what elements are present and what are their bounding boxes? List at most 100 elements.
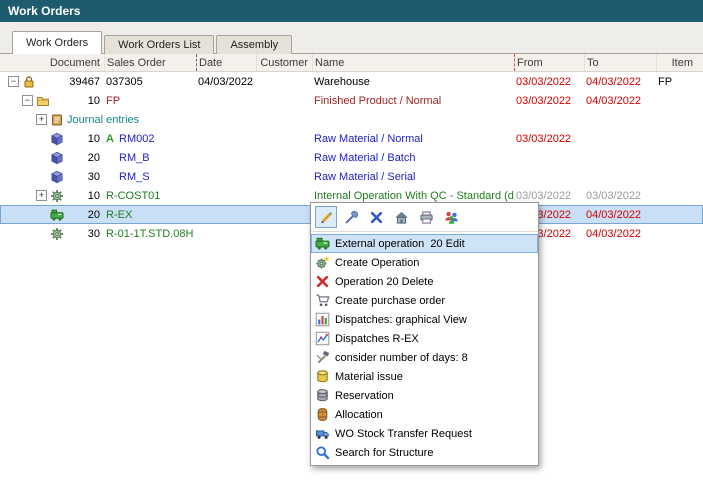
customer-cell <box>256 224 312 243</box>
customer-cell <box>256 91 312 110</box>
tab-work-orders[interactable]: Work Orders <box>12 31 102 54</box>
item-cell <box>656 148 703 167</box>
grid-header: DocumentSales OrderDateCustomerNameFromT… <box>0 54 703 72</box>
menu-item-label: Reservation <box>335 390 394 402</box>
date-cell <box>196 129 256 148</box>
tree-indent <box>8 157 36 158</box>
lock-icon <box>22 75 36 89</box>
context-menu-items: External operation 20 Edit Create Operati… <box>311 232 538 465</box>
tab-work-orders-list[interactable]: Work Orders List <box>104 35 214 54</box>
chart-line-icon <box>315 331 330 346</box>
tree-cell <box>0 129 68 148</box>
menu-item[interactable]: External operation 20 Edit <box>311 234 538 253</box>
window-titlebar: Work Orders <box>0 0 703 22</box>
item-cell <box>656 167 703 186</box>
date-cell <box>196 167 256 186</box>
document-cell: 20 <box>68 148 104 167</box>
menu-item[interactable]: Create Operation <box>311 253 538 272</box>
expander-plus-icon[interactable]: + <box>36 190 47 201</box>
column-header-document[interactable]: Document <box>8 54 104 71</box>
menu-item[interactable]: consider number of days: 8 <box>311 348 538 367</box>
x-blue-icon <box>369 210 384 225</box>
column-header-sales_order[interactable]: Sales Order <box>104 54 196 71</box>
column-header-to[interactable]: To <box>584 54 656 71</box>
date-cell <box>196 91 256 110</box>
tree-indent <box>8 233 36 234</box>
menu-item[interactable]: Material issue <box>311 367 538 386</box>
menu-item-label: Dispatches R-EX <box>335 333 419 345</box>
to-date-cell <box>584 129 656 148</box>
menu-toolbar-wrench-button[interactable] <box>340 206 362 228</box>
column-header-from[interactable]: From <box>514 54 584 71</box>
expander-minus-icon[interactable]: − <box>22 95 33 106</box>
from-date-cell <box>514 167 584 186</box>
column-header-name[interactable]: Name <box>312 54 514 71</box>
gear-icon <box>50 189 64 203</box>
table-row[interactable]: −3946703730504/03/2022Warehouse03/03/202… <box>0 72 703 91</box>
expander-plus-icon[interactable]: + <box>36 114 47 125</box>
table-row[interactable]: +Journal entries <box>0 110 703 129</box>
sales-order-cell: R-EX <box>104 205 196 224</box>
document-cell: 10 <box>68 91 104 110</box>
hammer-icon <box>315 350 330 365</box>
customer-cell <box>256 205 312 224</box>
sales-order-cell: FP <box>104 91 196 110</box>
document-cell: 30 <box>68 167 104 186</box>
tree-indent <box>8 138 36 139</box>
menu-toolbar-home-button[interactable] <box>390 206 412 228</box>
menu-item[interactable]: Search for Structure <box>311 443 538 462</box>
menu-item[interactable]: Allocation <box>311 405 538 424</box>
home-icon <box>394 210 409 225</box>
table-row[interactable]: 30RM_SRaw Material / Serial <box>0 167 703 186</box>
name-cell: Raw Material / Batch <box>312 148 514 167</box>
table-row[interactable]: 20 RM_B Raw Material / Batch <box>0 148 703 167</box>
document-cell: 39467 <box>68 72 104 91</box>
column-header-customer[interactable]: Customer <box>256 54 312 71</box>
menu-item[interactable]: Operation 20 Delete <box>311 272 538 291</box>
sales-order-value: 037305 <box>106 76 143 88</box>
book-icon <box>50 113 64 127</box>
menu-toolbar-x-blue-button[interactable] <box>365 206 387 228</box>
printer-icon <box>419 210 434 225</box>
date-cell: 04/03/2022 <box>196 72 256 91</box>
table-row[interactable]: 10ARM002Raw Material / Normal03/03/2022 <box>0 129 703 148</box>
name-cell: Finished Product / Normal <box>312 91 514 110</box>
document-cell: 10 <box>68 129 104 148</box>
barrel-icon <box>315 407 330 422</box>
sales-order-value: RM_B <box>119 152 150 164</box>
sales-order-value: RM_S <box>119 171 150 183</box>
column-header-date[interactable]: Date <box>196 54 256 71</box>
menu-item[interactable]: Create purchase order <box>311 291 538 310</box>
document-cell: 30 <box>68 224 104 243</box>
menu-item[interactable]: WO Stock Transfer Request <box>311 424 538 443</box>
date-cell <box>196 205 256 224</box>
sales-order-cell: R-01-1T.STD.08H <box>104 224 196 243</box>
menu-item-label: Search for Structure <box>335 447 433 459</box>
wrench-icon <box>344 210 359 225</box>
tree-cell <box>0 205 68 224</box>
item-cell <box>656 129 703 148</box>
customer-cell <box>256 167 312 186</box>
column-header-item[interactable]: Item <box>656 54 703 71</box>
menu-toolbar-pencil-button[interactable] <box>315 206 337 228</box>
menu-item[interactable]: Reservation <box>311 386 538 405</box>
cart-icon <box>315 293 330 308</box>
tab-assembly[interactable]: Assembly <box>216 35 292 54</box>
from-date-cell: 03/03/2022 <box>514 129 584 148</box>
menu-toolbar-printer-button[interactable] <box>415 206 437 228</box>
date-cell <box>196 224 256 243</box>
tree-cell: + <box>0 186 68 205</box>
truck-icon <box>315 426 330 441</box>
tab-strip: Work OrdersWork Orders ListAssembly <box>12 31 294 54</box>
chart-bars-icon <box>315 312 330 327</box>
tree-cell: +Journal entries <box>0 110 139 129</box>
menu-toolbar-users-button[interactable] <box>440 206 462 228</box>
customer-cell <box>256 129 312 148</box>
tree-indent <box>8 176 36 177</box>
expander-minus-icon[interactable]: − <box>8 76 19 87</box>
to-date-cell <box>584 167 656 186</box>
menu-item[interactable]: Dispatches: graphical View <box>311 310 538 329</box>
table-row[interactable]: −10FPFinished Product / Normal03/03/2022… <box>0 91 703 110</box>
menu-item[interactable]: Dispatches R-EX <box>311 329 538 348</box>
menu-item-label: External operation 20 Edit <box>335 238 465 250</box>
